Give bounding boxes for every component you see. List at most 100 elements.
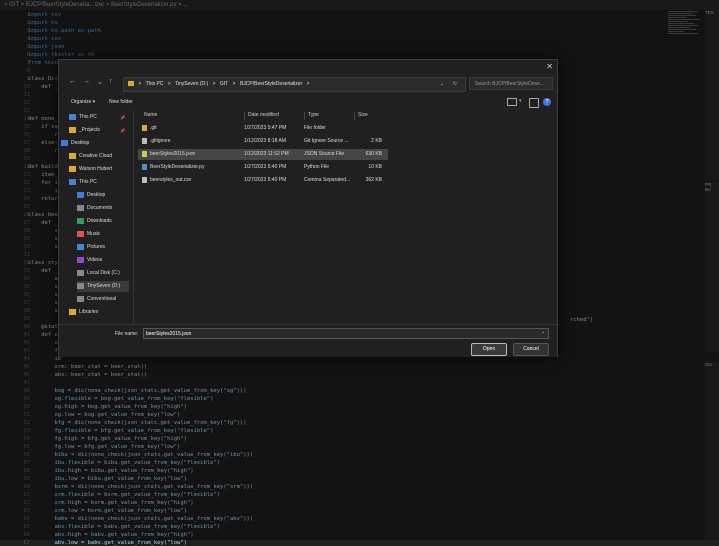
folder-icon	[69, 308, 76, 315]
folder-icon	[77, 256, 84, 263]
nav-item[interactable]: Music	[77, 229, 129, 240]
breadcrumb-sep: >	[212, 81, 216, 87]
nav-item[interactable]: TinySeven (D:)	[77, 281, 129, 292]
file-row[interactable]: beerStyles2015.json 1/12/2023 11:52 PM JSO…	[138, 149, 388, 160]
nav-item[interactable]: Desktop	[77, 190, 129, 201]
breadcrumb-this-pc[interactable]: This PC	[146, 81, 164, 87]
nav-item[interactable]: Videos	[77, 255, 129, 266]
nav-item[interactable]: Local Disk (C:)	[77, 268, 129, 279]
column-size[interactable]: Size	[358, 110, 368, 121]
file-row[interactable]: .gitignore 1/12/2023 8:18 AM Git Ignore So…	[138, 136, 388, 147]
refresh-icon[interactable]: ↻	[453, 78, 457, 91]
search-input[interactable]: Search BJCP/BeerStyleDese...	[469, 77, 553, 90]
nav-item[interactable]: This PC 📌	[69, 112, 129, 123]
folder-icon	[69, 152, 76, 159]
view-chevron-icon[interactable]: ▾	[519, 98, 522, 104]
nav-item[interactable]: Conventional	[77, 294, 129, 305]
file-row[interactable]: .git 1/27/2023 5:47 PM File folder	[138, 123, 388, 134]
nav-item[interactable]: Watson Hubert	[69, 164, 129, 175]
file-type-cell: Git Ignore Source ...	[304, 138, 349, 144]
breadcrumb-sep: >	[306, 81, 310, 87]
nav-item-label: Desktop	[87, 192, 106, 198]
file-icon	[142, 150, 147, 157]
file-date-cell: 1/27/2023 5:40 PM	[244, 177, 287, 183]
folder-icon	[77, 217, 84, 224]
breadcrumb-project[interactable]: BJCP/BeerStyleDeserializer	[240, 81, 302, 87]
file-row[interactable]: beerstyles_out.csv 1/27/2023 5:40 PM Comma…	[138, 175, 388, 186]
file-size-cell: 630 KB	[365, 151, 382, 157]
up-button[interactable]: ↑	[109, 78, 113, 85]
nav-item-label: Downloads	[87, 218, 112, 224]
preview-pane-icon[interactable]	[529, 98, 539, 108]
file-date-cell: 1/27/2023 5:40 PM	[244, 164, 287, 170]
column-divider[interactable]	[244, 112, 245, 120]
help-icon[interactable]: ?	[543, 98, 551, 106]
column-name[interactable]: Name	[144, 110, 157, 121]
nav-item-label: Creative Cloud	[79, 153, 113, 159]
nav-item[interactable]: Desktop	[61, 138, 129, 149]
file-name-cell: beerstyles_out.csv	[142, 175, 242, 186]
forward-button[interactable]: →	[83, 78, 90, 85]
view-options-icon[interactable]	[507, 98, 517, 106]
column-date-modified[interactable]: Date modified	[248, 110, 279, 121]
organize-button[interactable]: Organize ▾	[71, 99, 95, 105]
file-name-text: beerStyles2015.json	[150, 151, 196, 157]
file-name-text: .git	[150, 125, 157, 131]
file-type-cell: Python File	[304, 164, 330, 170]
chevron-down-icon[interactable]: ⌄	[440, 78, 444, 91]
nav-item[interactable]: _Projects 📌	[69, 125, 129, 136]
nav-item-label: Documents	[87, 205, 113, 211]
column-divider[interactable]	[354, 112, 355, 120]
folder-icon	[61, 139, 68, 146]
close-icon[interactable]: ✕	[546, 62, 553, 71]
open-file-dialog: ✕ ← → ⌄ ↑ > This PC > TinySeven (D:) > G…	[58, 59, 558, 357]
breadcrumb-drive[interactable]: TinySeven (D:)	[175, 81, 208, 87]
recent-locations-icon[interactable]: ⌄	[97, 78, 103, 86]
file-name-cell: beerStyles2015.json	[142, 149, 242, 160]
pin-icon[interactable]: 📌	[120, 125, 125, 136]
address-bar[interactable]: > This PC > TinySeven (D:) > GIT > BJCP/…	[123, 77, 466, 92]
nav-item[interactable]: This PC	[69, 177, 129, 188]
column-type[interactable]: Type	[308, 110, 319, 121]
dialog-footer: File name: beerStyles2015.json ⌄ Open Ca…	[59, 324, 557, 357]
file-list[interactable]: Name Date modified Type Size .git 1/27/20…	[133, 110, 558, 324]
file-name-text: .gitignore	[150, 138, 171, 144]
pin-icon[interactable]: 📌	[120, 112, 125, 123]
back-button[interactable]: ←	[69, 78, 76, 85]
nav-item[interactable]: Libraries	[69, 307, 129, 318]
file-type-cell: File folder	[304, 125, 326, 131]
file-name-label: File name:	[115, 331, 139, 337]
open-button[interactable]: Open	[471, 343, 507, 356]
file-name-dropdown-icon[interactable]: ⌄	[541, 329, 545, 335]
column-divider[interactable]	[304, 112, 305, 120]
nav-item[interactable]: Downloads	[77, 216, 129, 227]
line-number: 67	[23, 540, 30, 546]
navigation-pane[interactable]: This PC 📌 _Projects 📌 Desktop Creative Cloud W…	[59, 110, 131, 324]
file-type-cell: JSON Source File	[304, 151, 345, 157]
code-line[interactable]: abv.low = babv.get_value_from_key("low")	[28, 540, 186, 546]
file-size-cell: 362 KB	[365, 177, 382, 183]
file-name-cell: .git	[142, 123, 242, 134]
file-icon	[142, 124, 147, 131]
nav-item-label: This PC	[79, 114, 97, 120]
nav-item[interactable]: Pictures	[77, 242, 129, 253]
nav-item-label: This PC	[79, 179, 97, 185]
file-size-cell: 10 KB	[368, 164, 382, 170]
nav-item[interactable]: Documents	[77, 203, 129, 214]
nav-item-label: Desktop	[71, 140, 90, 146]
file-name-field[interactable]: beerStyles2015.json	[143, 328, 549, 339]
nav-item[interactable]: Creative Cloud	[69, 151, 129, 162]
nav-item-label: Conventional	[87, 296, 117, 302]
file-date-cell: 1/27/2023 5:47 PM	[244, 125, 287, 131]
folder-icon	[77, 243, 84, 250]
new-folder-button[interactable]: New folder	[109, 99, 133, 105]
nav-item-label: Videos	[87, 257, 103, 263]
folder-icon	[69, 126, 76, 133]
breadcrumb-git[interactable]: GIT	[220, 81, 228, 87]
folder-icon	[77, 295, 84, 302]
file-row[interactable]: BeerStyleDeserializer.py 1/27/2023 5:40 P…	[138, 162, 388, 173]
file-date-cell: 1/12/2023 8:18 AM	[244, 138, 286, 144]
folder-icon	[69, 178, 76, 185]
nav-item-label: _Projects	[79, 127, 100, 133]
cancel-button[interactable]: Cancel	[513, 343, 549, 356]
